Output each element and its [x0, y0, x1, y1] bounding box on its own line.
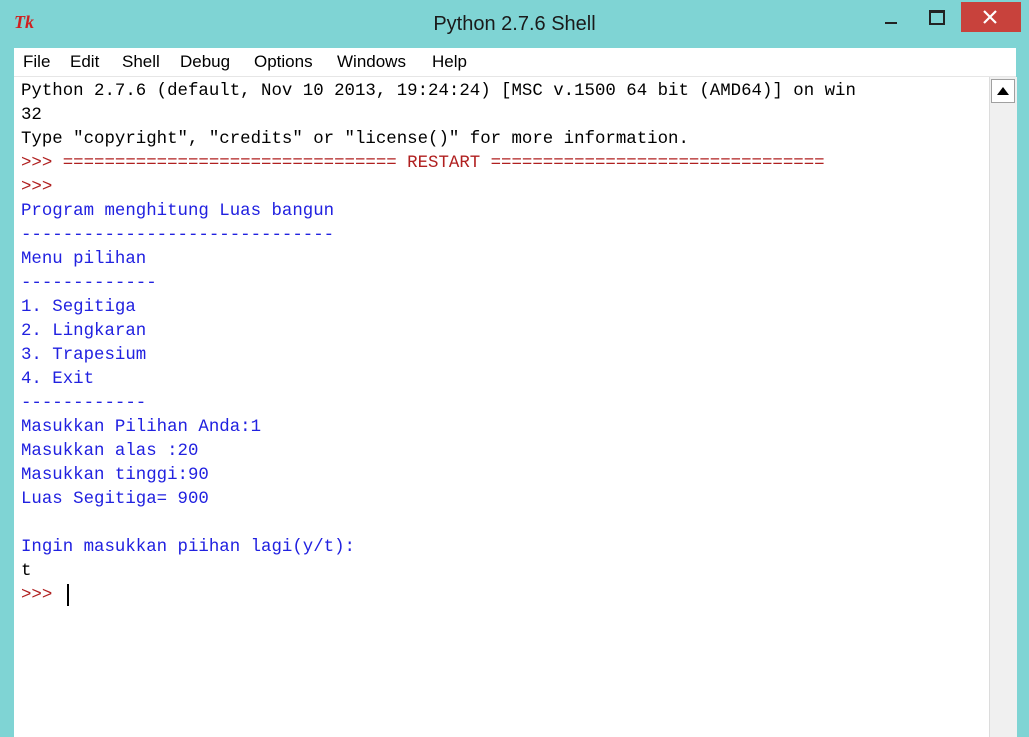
shell-line: -------------	[21, 274, 157, 293]
menu-help[interactable]: Help	[432, 48, 467, 76]
menu-file[interactable]: File	[23, 48, 50, 76]
menu-debug[interactable]: Debug	[180, 48, 230, 76]
maximize-button[interactable]	[914, 2, 960, 32]
shell-line: 2. Lingkaran	[21, 322, 147, 341]
menu-bar: File Edit Shell Debug Options Windows He…	[14, 48, 1016, 77]
shell-line: ------------------------------	[21, 226, 335, 245]
shell-line: Masukkan alas :20	[21, 442, 199, 461]
menu-shell[interactable]: Shell	[122, 48, 160, 76]
shell-line: 1. Segitiga	[21, 298, 136, 317]
shell-line: Program menghitung Luas bangun	[21, 202, 335, 221]
shell-line: Masukkan Pilihan Anda:1	[21, 418, 262, 437]
vertical-scrollbar[interactable]	[989, 77, 1017, 737]
shell-line: Menu pilihan	[21, 250, 147, 269]
shell-line: 4. Exit	[21, 370, 95, 389]
title-bar[interactable]: Tk Python 2.7.6 Shell	[0, 0, 1029, 45]
shell-line: Luas Segitiga= 900	[21, 490, 209, 509]
maximize-icon	[929, 10, 945, 25]
shell-line: Masukkan tinggi:90	[21, 466, 209, 485]
close-button[interactable]	[961, 2, 1021, 32]
text-cursor	[67, 584, 69, 606]
shell-prompt-current: >>>	[21, 586, 53, 605]
python-shell-window: Tk Python 2.7.6 Shell File Edit Shell De…	[0, 0, 1029, 737]
minimize-button[interactable]	[868, 2, 914, 32]
minimize-icon	[885, 22, 897, 24]
menu-edit[interactable]: Edit	[70, 48, 99, 76]
shell-line: 3. Trapesium	[21, 346, 147, 365]
restart-line: >>> ================================ RES…	[21, 154, 825, 173]
arrow-up-icon	[997, 87, 1009, 95]
shell-line: 32	[21, 106, 42, 125]
close-icon	[983, 10, 997, 24]
shell-text-area[interactable]: Python 2.7.6 (default, Nov 10 2013, 19:2…	[14, 77, 989, 737]
menu-windows[interactable]: Windows	[337, 48, 406, 76]
shell-line: ------------	[21, 394, 147, 413]
shell-line: Ingin masukkan piihan lagi(y/t):	[21, 538, 355, 557]
menu-options[interactable]: Options	[254, 48, 313, 76]
shell-line: t	[21, 562, 32, 581]
shell-prompt: >>>	[21, 178, 53, 197]
shell-line: Python 2.7.6 (default, Nov 10 2013, 19:2…	[21, 82, 856, 101]
shell-line: Type "copyright", "credits" or "license(…	[21, 130, 689, 149]
scroll-up-button[interactable]	[991, 79, 1015, 103]
